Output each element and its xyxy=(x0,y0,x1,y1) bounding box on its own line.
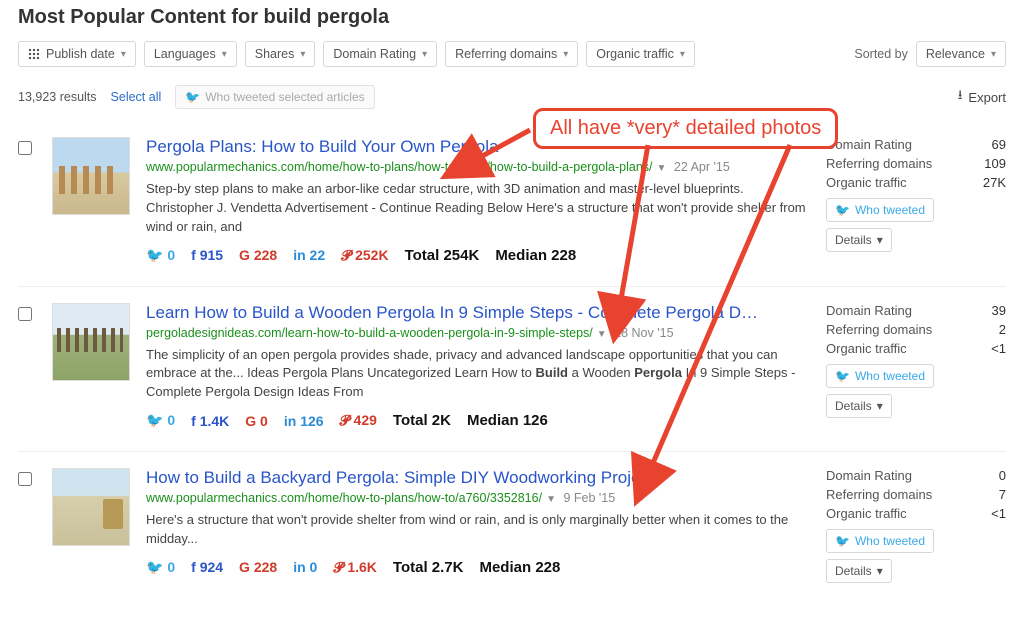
twitter-shares: 🐦 0 xyxy=(146,412,175,429)
result-snippet: Step-by step plans to make an arbor-like… xyxy=(146,180,810,237)
chevron-down-icon: ▾ xyxy=(422,49,427,60)
filter-languages[interactable]: Languages▾ xyxy=(144,41,237,67)
chevron-down-icon[interactable]: ▼ xyxy=(597,329,607,340)
sorted-by-select[interactable]: Relevance▾ xyxy=(916,41,1006,67)
result-url[interactable]: www.popularmechanics.com/home/how-to-pla… xyxy=(146,491,542,505)
result-shares: 🐦 0 f 915 G 228 in 22 𝓟 252K Total 254K … xyxy=(146,247,810,264)
result-thumbnail[interactable] xyxy=(52,303,130,381)
result-checkbox[interactable] xyxy=(18,472,32,486)
twitter-icon: 🐦 xyxy=(185,90,200,104)
linkedin-shares: in 22 xyxy=(293,247,325,263)
linkedin-shares: in 126 xyxy=(284,413,324,429)
chevron-down-icon: ▾ xyxy=(121,49,126,60)
filter-shares[interactable]: Shares▾ xyxy=(245,41,316,67)
sorted-by-label: Sorted by xyxy=(854,47,908,61)
result-date: 9 Feb '15 xyxy=(563,491,615,505)
result-snippet: Here's a structure that won't provide sh… xyxy=(146,511,810,549)
chevron-down-icon: ▾ xyxy=(877,399,883,413)
result-url[interactable]: www.popularmechanics.com/home/how-to-pla… xyxy=(146,160,653,174)
result-sidebar: Domain Rating0 Referring domains7 Organi… xyxy=(826,468,1006,583)
pinterest-shares: 𝓟 429 xyxy=(340,412,377,429)
twitter-shares: 🐦 0 xyxy=(146,247,175,264)
result-thumbnail[interactable] xyxy=(52,468,130,546)
chevron-down-icon[interactable]: ▼ xyxy=(546,494,556,505)
select-all-link[interactable]: Select all xyxy=(111,90,162,104)
result-snippet: The simplicity of an open pergola provid… xyxy=(146,346,810,403)
export-button[interactable]: ⭳Export xyxy=(958,86,1006,108)
filter-publish-date[interactable]: Publish date▾ xyxy=(18,41,136,67)
facebook-shares: f 1.4K xyxy=(191,413,229,429)
who-tweeted-button[interactable]: 🐦Who tweeted xyxy=(826,198,934,222)
chevron-down-icon: ▾ xyxy=(563,49,568,60)
result-date: 28 Nov '15 xyxy=(614,326,673,340)
chevron-down-icon[interactable]: ▼ xyxy=(657,163,667,174)
facebook-shares: f 915 xyxy=(191,247,223,263)
result-url[interactable]: pergoladesignideas.com/learn-how-to-buil… xyxy=(146,326,593,340)
result-row: Learn How to Build a Wooden Pergola In 9… xyxy=(18,287,1006,453)
details-button[interactable]: Details ▾ xyxy=(826,394,892,418)
export-icon: ⭳ xyxy=(958,86,963,108)
filter-domain-rating[interactable]: Domain Rating▾ xyxy=(323,41,437,67)
pinterest-shares: 𝓟 1.6K xyxy=(333,559,377,576)
twitter-icon: 🐦 xyxy=(835,369,850,383)
twitter-icon: 🐦 xyxy=(835,534,850,548)
result-thumbnail[interactable] xyxy=(52,137,130,215)
result-row: How to Build a Backyard Pergola: Simple … xyxy=(18,452,1006,605)
result-title-link[interactable]: Learn How to Build a Wooden Pergola In 9… xyxy=(146,303,810,323)
who-tweeted-button[interactable]: 🐦Who tweeted xyxy=(826,364,934,388)
page-title: Most Popular Content for build pergola xyxy=(18,6,1006,29)
result-checkbox[interactable] xyxy=(18,141,32,155)
facebook-shares: f 924 xyxy=(191,559,223,575)
result-shares: 🐦 0 f 1.4K G 0 in 126 𝓟 429 Total 2K Med… xyxy=(146,412,810,429)
google-shares: G 228 xyxy=(239,559,277,575)
result-row: Pergola Plans: How to Build Your Own Per… xyxy=(18,121,1006,287)
annotation-callout: All have *very* detailed photos xyxy=(533,108,838,149)
chevron-down-icon: ▾ xyxy=(991,49,996,60)
chevron-down-icon: ▾ xyxy=(222,49,227,60)
filter-organic-traffic[interactable]: Organic traffic▾ xyxy=(586,41,695,67)
google-shares: G 0 xyxy=(245,413,268,429)
grid-icon xyxy=(28,48,40,60)
filter-referring-domains[interactable]: Referring domains▾ xyxy=(445,41,578,67)
chevron-down-icon: ▾ xyxy=(300,49,305,60)
chevron-down-icon: ▾ xyxy=(877,233,883,247)
result-shares: 🐦 0 f 924 G 228 in 0 𝓟 1.6K Total 2.7K M… xyxy=(146,559,810,576)
details-button[interactable]: Details ▾ xyxy=(826,228,892,252)
results-meta-row: 13,923 results Select all 🐦Who tweeted s… xyxy=(18,85,1006,109)
linkedin-shares: in 0 xyxy=(293,559,317,575)
who-tweeted-button[interactable]: 🐦Who tweeted xyxy=(826,529,934,553)
filters-bar: Publish date▾ Languages▾ Shares▾ Domain … xyxy=(18,41,1006,67)
google-shares: G 228 xyxy=(239,247,277,263)
who-tweeted-selected-button[interactable]: 🐦Who tweeted selected articles xyxy=(175,85,374,109)
result-sidebar: Domain Rating39 Referring domains2 Organ… xyxy=(826,303,1006,430)
details-button[interactable]: Details ▾ xyxy=(826,559,892,583)
chevron-down-icon: ▾ xyxy=(680,49,685,60)
results-count: 13,923 results xyxy=(18,90,97,104)
result-title-link[interactable]: How to Build a Backyard Pergola: Simple … xyxy=(146,468,810,488)
result-checkbox[interactable] xyxy=(18,307,32,321)
twitter-icon: 🐦 xyxy=(835,203,850,217)
pinterest-shares: 𝓟 252K xyxy=(341,247,388,264)
chevron-down-icon: ▾ xyxy=(877,564,883,578)
result-sidebar: Domain Rating69 Referring domains109 Org… xyxy=(826,137,1006,264)
twitter-shares: 🐦 0 xyxy=(146,559,175,576)
result-date: 22 Apr '15 xyxy=(674,160,730,174)
